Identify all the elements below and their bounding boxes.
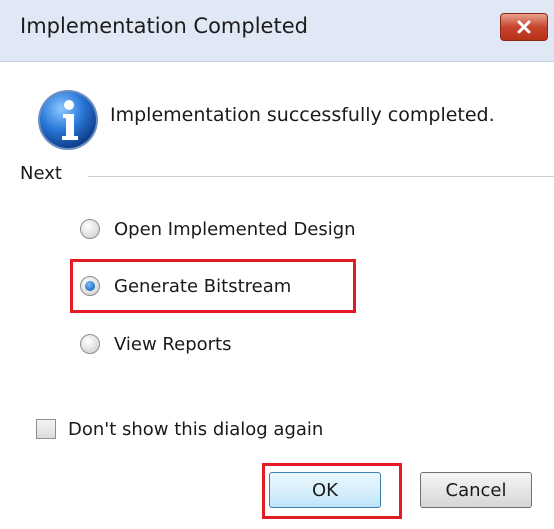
radio-open-implemented-design[interactable] <box>80 219 100 239</box>
highlight-box-ok <box>262 463 402 519</box>
title-bar[interactable]: Implementation Completed <box>0 0 554 62</box>
status-message: Implementation successfully completed. <box>110 104 495 126</box>
option-label: View Reports <box>114 333 232 355</box>
option-open-implemented-design[interactable]: Open Implemented Design <box>80 214 356 244</box>
close-icon <box>517 20 531 34</box>
implementation-completed-dialog: Implementation Completed Implementation … <box>0 0 554 529</box>
highlight-box-generate-bitstream <box>70 259 356 313</box>
info-icon <box>38 90 98 150</box>
close-button[interactable] <box>500 13 548 41</box>
section-divider <box>88 176 554 177</box>
cancel-button[interactable]: Cancel <box>420 472 532 508</box>
radio-view-reports[interactable] <box>80 334 100 354</box>
option-label: Open Implemented Design <box>114 218 356 240</box>
dialog-title: Implementation Completed <box>20 14 308 38</box>
next-section-label: Next <box>20 163 62 184</box>
dont-show-again-row[interactable]: Don't show this dialog again <box>36 416 323 442</box>
dont-show-again-label: Don't show this dialog again <box>68 418 324 440</box>
option-view-reports[interactable]: View Reports <box>80 329 231 359</box>
dont-show-again-checkbox[interactable] <box>36 419 56 439</box>
